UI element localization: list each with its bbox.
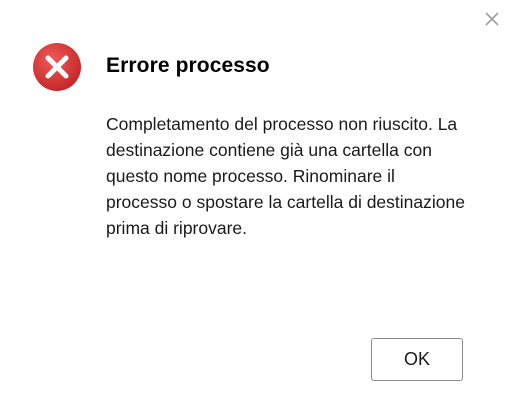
error-dialog: Errore processo Completamento del proces…: [0, 0, 521, 414]
close-icon: [485, 12, 499, 26]
ok-button[interactable]: OK: [371, 338, 463, 381]
close-button[interactable]: [481, 8, 503, 30]
error-icon: [33, 43, 81, 91]
dialog-title: Errore processo: [106, 54, 270, 77]
dialog-message: Completamento del processo non riuscito.…: [106, 114, 465, 238]
